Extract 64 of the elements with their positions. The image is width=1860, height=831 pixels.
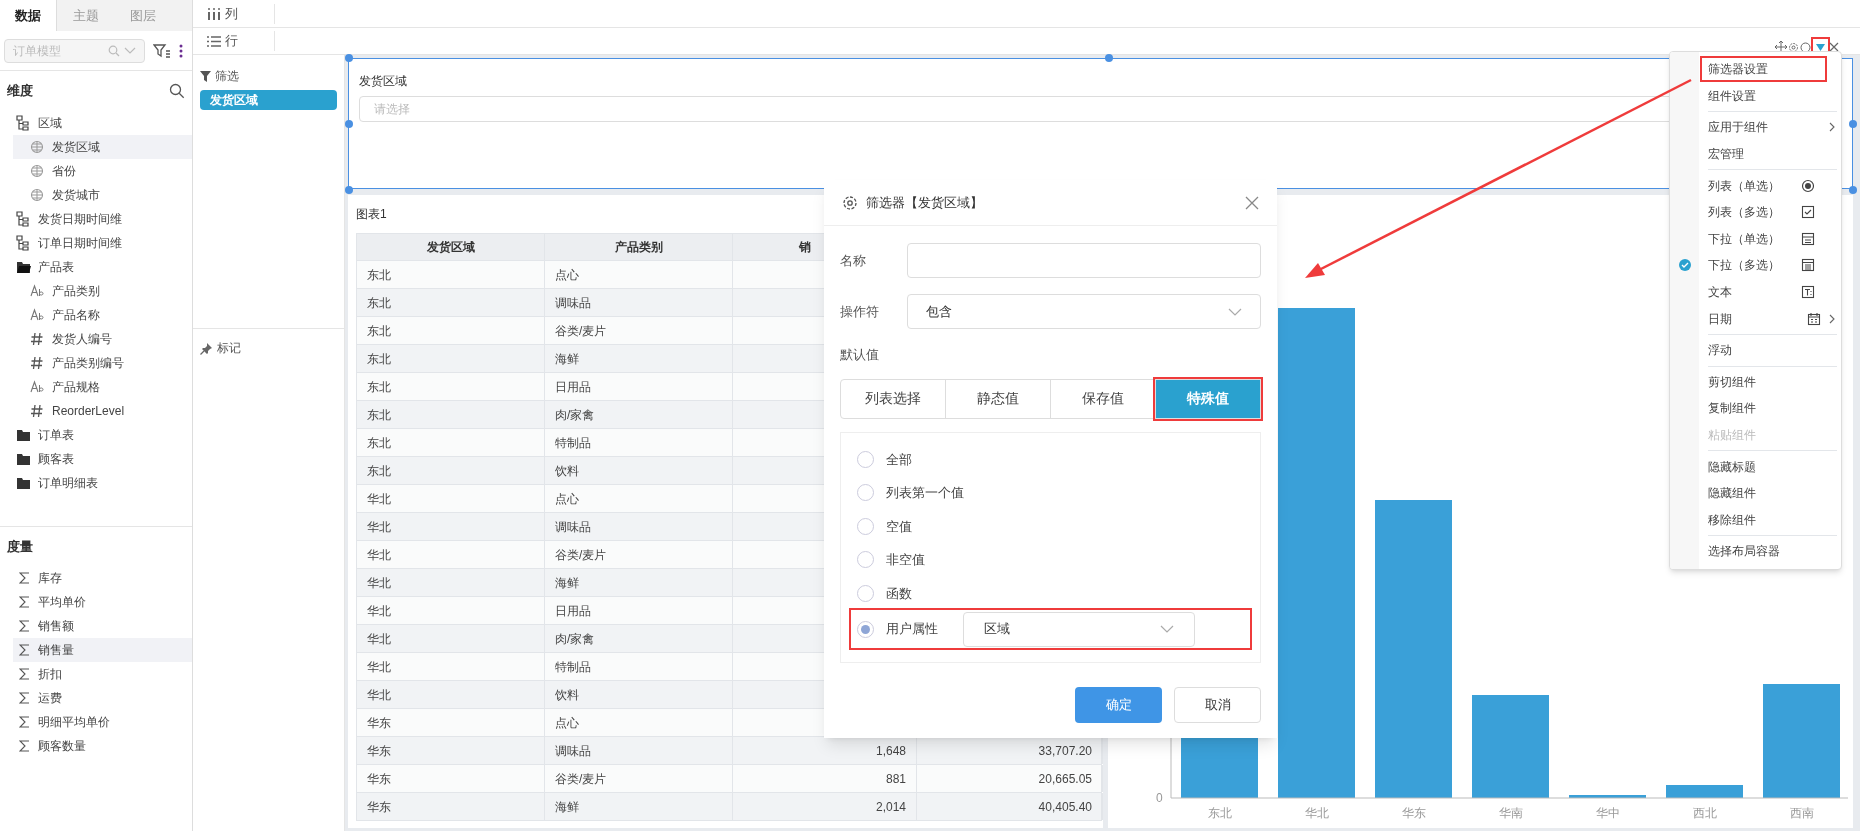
table-cell: 华东 xyxy=(357,793,545,820)
table-cell: 日用品 xyxy=(545,373,733,400)
table-cell: 华北 xyxy=(357,653,545,680)
table-cell: 点心 xyxy=(545,485,733,512)
table-cell: 华北 xyxy=(357,513,545,540)
axis-label: 华北 xyxy=(1303,805,1330,822)
table-cell: 饮料 xyxy=(545,681,733,708)
table-cell: 东北 xyxy=(357,373,545,400)
table-cell: 东北 xyxy=(357,457,545,484)
table-cell: 881 xyxy=(733,765,917,792)
table-cell: 调味品 xyxy=(545,513,733,540)
axis-label: 东北 xyxy=(1206,805,1233,822)
table-cell: 谷类/麦片 xyxy=(545,541,733,568)
field-label: 名称 xyxy=(840,251,867,270)
table-cell: 2,014 xyxy=(733,793,917,820)
table-cell: 谷类/麦片 xyxy=(545,317,733,344)
table-cell: 东北 xyxy=(357,261,545,288)
table-cell: 20,665.05 xyxy=(917,765,1103,792)
table-cell: 调味品 xyxy=(545,737,733,764)
table-cell: 饮料 xyxy=(545,457,733,484)
table-cell: 东北 xyxy=(357,429,545,456)
table-cell: 华东 xyxy=(357,737,545,764)
table-cell: 东北 xyxy=(357,289,545,316)
table-cell: 华北 xyxy=(357,569,545,596)
axis-label: 0 xyxy=(1156,790,1163,807)
table-cell: 华北 xyxy=(357,541,545,568)
table-cell: 调味品 xyxy=(545,289,733,316)
table-cell: 东北 xyxy=(357,401,545,428)
table-cell: 华东 xyxy=(357,709,545,736)
axis-label: 西北 xyxy=(1691,805,1718,822)
table-cell: 海鲜 xyxy=(545,569,733,596)
table-cell: 华东 xyxy=(357,765,545,792)
table-cell: 东北 xyxy=(357,317,545,344)
table-cell: 肉/家禽 xyxy=(545,401,733,428)
shelf-label: 行 xyxy=(225,32,238,51)
chart-title: 图表1 xyxy=(356,206,388,223)
table-cell: 东北 xyxy=(357,345,545,372)
table-cell: 华北 xyxy=(357,597,545,624)
table-cell: 日用品 xyxy=(545,597,733,624)
section-title: 维度 xyxy=(7,82,33,101)
table-cell: 点心 xyxy=(545,709,733,736)
section-title: 度量 xyxy=(7,537,33,556)
table-cell: 华北 xyxy=(357,681,545,708)
table-cell: 海鲜 xyxy=(545,793,733,820)
table-cell: 特制品 xyxy=(545,429,733,456)
shelf-label: 列 xyxy=(225,4,238,23)
table-cell: 海鲜 xyxy=(545,345,733,372)
panel-title: 筛选 xyxy=(215,68,239,85)
table-cell: 特制品 xyxy=(545,653,733,680)
table-cell: 40,405.40 xyxy=(917,793,1103,820)
axis-label: 西南 xyxy=(1788,805,1815,822)
axis-label: 华中 xyxy=(1594,805,1621,822)
table-cell: 谷类/麦片 xyxy=(545,765,733,792)
table-cell: 华北 xyxy=(357,485,545,512)
table-cell: 肉/家禽 xyxy=(545,625,733,652)
field-label: 发货区域 xyxy=(359,73,408,90)
field-label: 操作符 xyxy=(840,302,880,321)
dialog-title: 筛选器【发货区域】 xyxy=(866,193,984,212)
table-cell: 华北 xyxy=(357,625,545,652)
panel-title: 标记 xyxy=(217,340,241,357)
axis-label: 华东 xyxy=(1400,805,1427,822)
section-label: 默认值 xyxy=(840,346,880,364)
table-cell: 点心 xyxy=(545,261,733,288)
axis-label: 华南 xyxy=(1497,805,1524,822)
